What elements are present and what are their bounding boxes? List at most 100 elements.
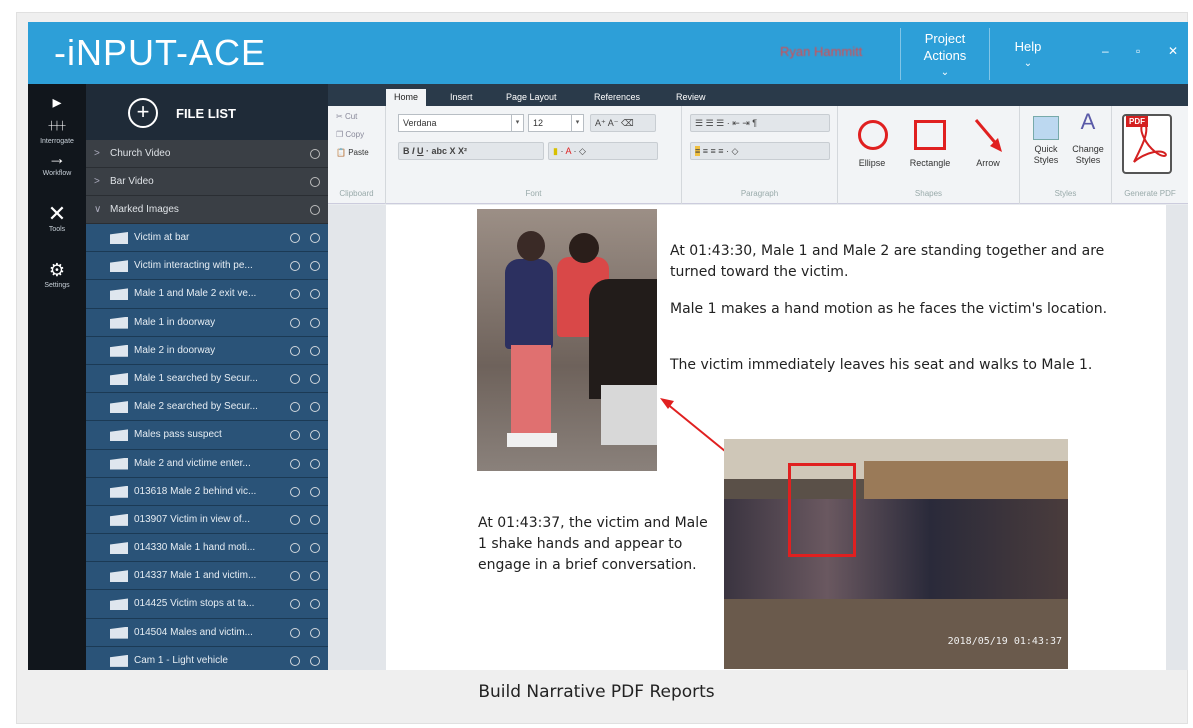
folder-label: Marked Images bbox=[110, 204, 179, 215]
select-circle-icon[interactable] bbox=[310, 373, 320, 384]
file-list-item[interactable]: 014425 Victim stops at ta... bbox=[86, 590, 328, 619]
minus-circle-icon[interactable] bbox=[290, 627, 300, 638]
nav-tools[interactable]: ✕ Tools bbox=[28, 196, 86, 252]
font-family-select[interactable]: Verdana ▾ bbox=[398, 114, 524, 132]
file-list-item[interactable]: Cam 1 - Light vehicle bbox=[86, 646, 328, 670]
select-circle-icon[interactable] bbox=[310, 261, 320, 272]
chevron-down-icon[interactable]: ∨ bbox=[94, 196, 110, 224]
report-page[interactable]: 2018/05/19 01:43:37 At 01:43:30, Male 1 … bbox=[386, 205, 1166, 670]
minus-circle-icon[interactable] bbox=[290, 317, 300, 328]
file-list-item[interactable]: 014330 Male 1 hand moti... bbox=[86, 534, 328, 563]
file-list-item[interactable]: 013907 Victim in view of... bbox=[86, 505, 328, 535]
alignment-buttons[interactable]: ≡ ≡ ≡ ≡ · ◇ bbox=[690, 142, 830, 160]
minus-circle-icon[interactable] bbox=[290, 655, 300, 666]
select-circle-icon[interactable] bbox=[310, 345, 320, 356]
minus-circle-icon[interactable] bbox=[290, 289, 300, 300]
select-circle-icon[interactable] bbox=[310, 233, 320, 243]
chevron-right-icon[interactable]: > bbox=[94, 140, 110, 168]
minus-circle-icon[interactable] bbox=[290, 458, 300, 469]
rectangle-button[interactable]: Rectangle bbox=[902, 116, 958, 176]
help-menu[interactable]: Help ⌄ bbox=[998, 38, 1058, 90]
select-circle-icon[interactable] bbox=[310, 205, 320, 215]
copy-button[interactable]: ❐ Copy bbox=[336, 130, 364, 139]
select-circle-icon[interactable] bbox=[310, 627, 320, 638]
minus-circle-icon[interactable] bbox=[290, 345, 300, 356]
paste-button[interactable]: 📋 Paste bbox=[336, 148, 369, 157]
evidence-photo-closeup[interactable] bbox=[477, 209, 657, 471]
list-indent-buttons[interactable]: ☰ ☰ ☰ · ⇤ ⇥ ¶ bbox=[690, 114, 830, 132]
select-circle-icon[interactable] bbox=[310, 514, 320, 525]
maximize-button[interactable]: ▫ bbox=[1136, 44, 1140, 58]
file-list-item[interactable]: Male 2 and victime enter... bbox=[86, 449, 328, 478]
folder-row[interactable]: > Church Video bbox=[86, 140, 328, 168]
select-circle-icon[interactable] bbox=[310, 571, 320, 582]
nav-label: Tools bbox=[48, 226, 66, 233]
tab-review[interactable]: Review bbox=[668, 89, 714, 106]
close-button[interactable]: ✕ bbox=[1168, 44, 1178, 58]
select-circle-icon[interactable] bbox=[310, 543, 320, 554]
minus-circle-icon[interactable] bbox=[290, 571, 300, 582]
select-circle-icon[interactable] bbox=[310, 430, 320, 441]
file-list-item[interactable]: Male 2 searched by Secur... bbox=[86, 393, 328, 422]
minus-circle-icon[interactable] bbox=[290, 486, 300, 497]
quick-styles-button[interactable]: Quick Styles bbox=[1024, 116, 1068, 166]
select-circle-icon[interactable] bbox=[310, 486, 320, 497]
minus-circle-icon[interactable] bbox=[290, 543, 300, 554]
text-format-buttons[interactable]: B I U · abc X X² bbox=[398, 142, 544, 160]
file-list-item[interactable]: 013618 Male 2 behind vic... bbox=[86, 477, 328, 506]
tab-page-layout[interactable]: Page Layout bbox=[498, 89, 565, 106]
chevron-down-icon: ⌄ bbox=[1023, 58, 1033, 69]
file-list-item[interactable]: Victim at bar bbox=[86, 224, 328, 253]
select-circle-icon[interactable] bbox=[310, 317, 320, 328]
add-file-button[interactable]: + bbox=[128, 98, 158, 128]
underline-button[interactable]: U bbox=[417, 146, 424, 156]
minus-circle-icon[interactable] bbox=[290, 261, 300, 272]
cut-button[interactable]: ✂ Cut bbox=[336, 112, 357, 121]
select-circle-icon[interactable] bbox=[310, 655, 320, 666]
generate-pdf-button[interactable]: PDF bbox=[1114, 114, 1176, 180]
evidence-photo-wide[interactable]: 2018/05/19 01:43:37 bbox=[724, 439, 1068, 669]
minimize-button[interactable]: – bbox=[1102, 44, 1109, 58]
select-circle-icon[interactable] bbox=[310, 177, 320, 187]
select-circle-icon[interactable] bbox=[310, 289, 320, 300]
minus-circle-icon[interactable] bbox=[290, 233, 300, 243]
file-list-item[interactable]: Male 1 searched by Secur... bbox=[86, 364, 328, 394]
bold-button[interactable]: B bbox=[403, 146, 410, 156]
nav-interrogate[interactable]: ▸ ┼┼┼ Interrogate bbox=[28, 84, 86, 145]
arrow-button[interactable]: Arrow bbox=[960, 116, 1016, 176]
change-styles-button[interactable]: A Change Styles bbox=[1066, 111, 1110, 166]
image-file-icon bbox=[110, 542, 128, 555]
minus-circle-icon[interactable] bbox=[290, 599, 300, 610]
select-circle-icon[interactable] bbox=[310, 599, 320, 610]
chevron-right-icon[interactable]: > bbox=[94, 168, 110, 196]
nav-settings[interactable]: ⚙ Settings bbox=[28, 252, 86, 308]
font-size-select[interactable]: 12 ▾ bbox=[528, 114, 584, 132]
file-list-item[interactable]: 014337 Male 1 and victim... bbox=[86, 562, 328, 591]
file-list-item[interactable]: Victim interacting with pe... bbox=[86, 252, 328, 281]
nav-workflow[interactable]: → Workflow bbox=[28, 140, 86, 196]
user-name[interactable]: Ryan Hammitt bbox=[780, 44, 862, 59]
minus-circle-icon[interactable] bbox=[290, 402, 300, 413]
folder-row[interactable]: > Bar Video bbox=[86, 168, 328, 196]
file-list-item[interactable]: 014504 Males and victim... bbox=[86, 618, 328, 647]
file-list-item[interactable]: Males pass suspect bbox=[86, 421, 328, 450]
file-list-item[interactable]: Male 1 and Male 2 exit ve... bbox=[86, 280, 328, 309]
minus-circle-icon[interactable] bbox=[290, 514, 300, 525]
select-circle-icon[interactable] bbox=[310, 458, 320, 469]
select-circle-icon[interactable] bbox=[310, 149, 320, 159]
minus-circle-icon[interactable] bbox=[290, 430, 300, 441]
project-actions-menu[interactable]: Project Actions ⌄ bbox=[900, 28, 990, 80]
highlight-color-buttons[interactable]: ▮ · A · ◇ bbox=[548, 142, 658, 160]
italic-button[interactable]: I bbox=[412, 146, 415, 156]
group-label: Clipboard bbox=[339, 189, 374, 198]
file-list-item[interactable]: Male 2 in doorway bbox=[86, 336, 328, 365]
font-grow-shrink-buttons[interactable]: A⁺ A⁻ ⌫ bbox=[590, 114, 656, 132]
tab-insert[interactable]: Insert bbox=[442, 89, 481, 106]
file-list-item[interactable]: Male 1 in doorway bbox=[86, 308, 328, 337]
ellipse-button[interactable]: Ellipse bbox=[844, 116, 900, 176]
tab-references[interactable]: References bbox=[586, 89, 648, 106]
select-circle-icon[interactable] bbox=[310, 402, 320, 413]
tab-home[interactable]: Home bbox=[386, 89, 427, 106]
minus-circle-icon[interactable] bbox=[290, 373, 300, 384]
folder-row[interactable]: ∨ Marked Images bbox=[86, 196, 328, 224]
